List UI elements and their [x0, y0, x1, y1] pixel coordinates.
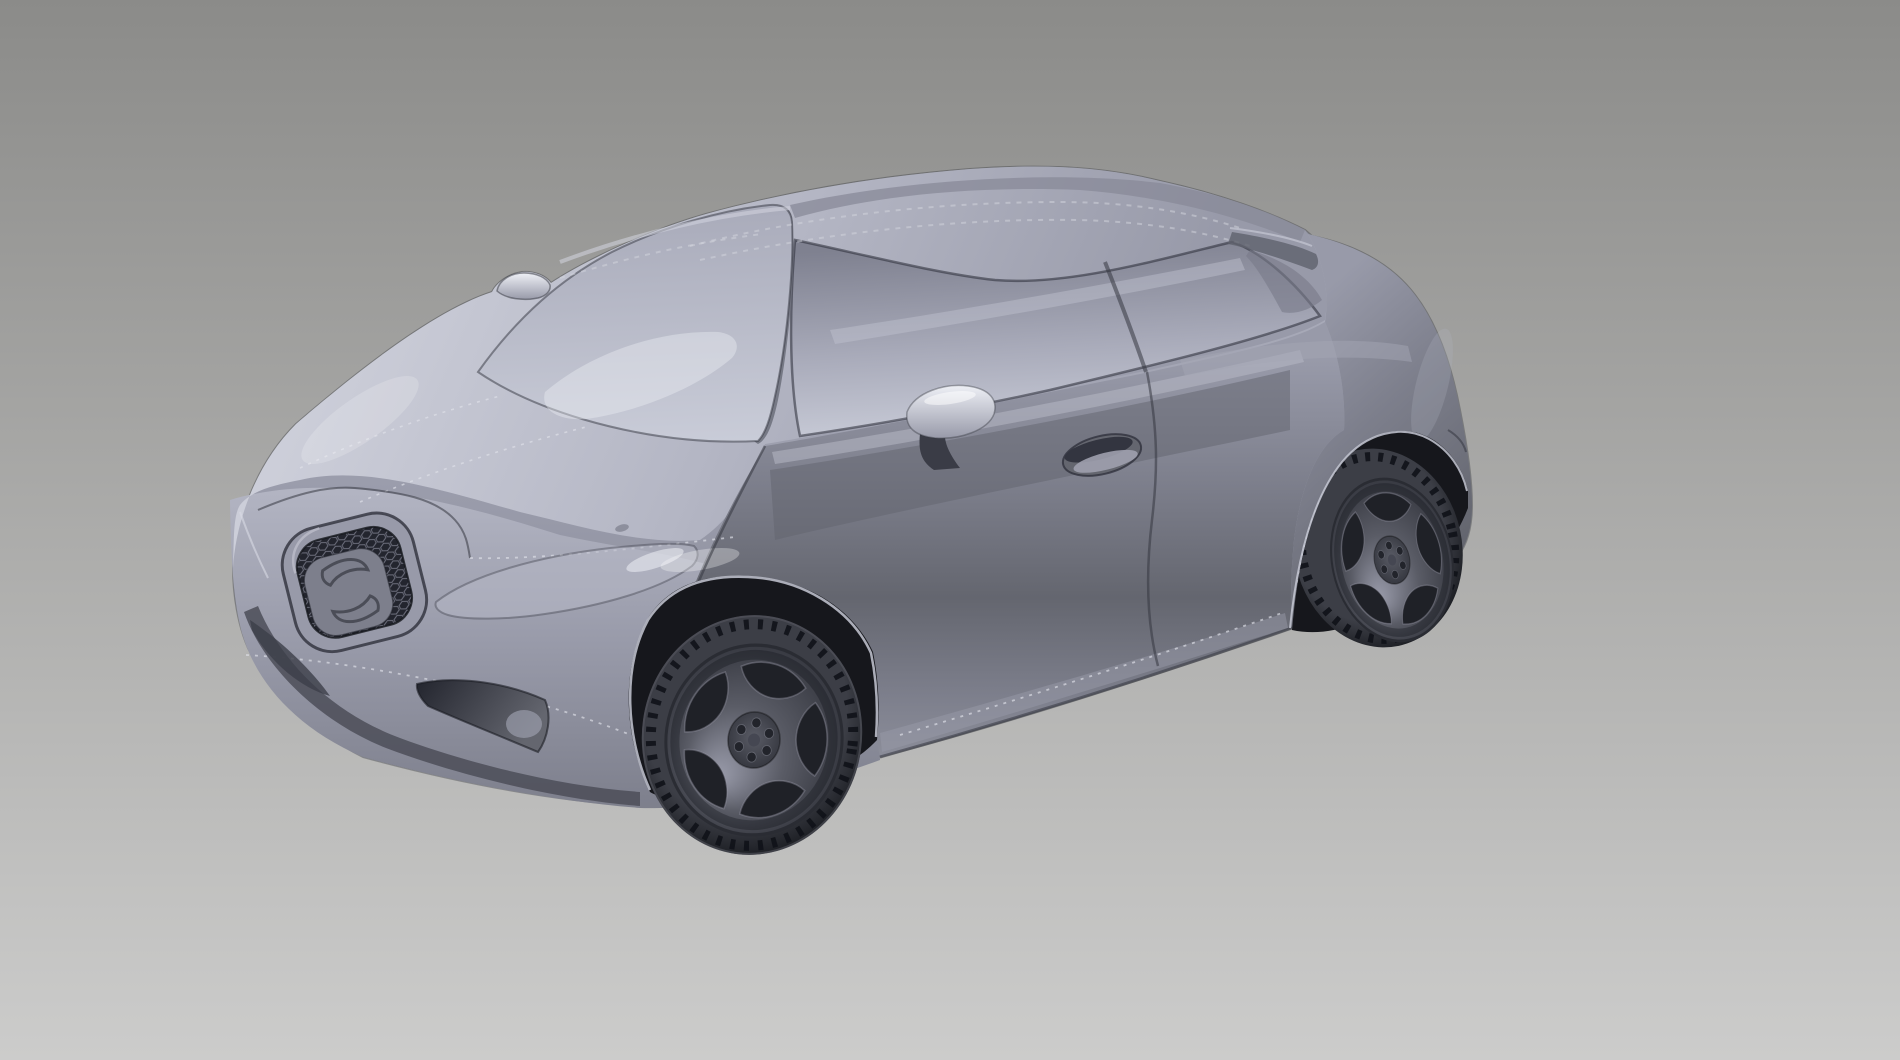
- render-viewport[interactable]: 3D viewport render of an unpainted conce…: [0, 0, 1900, 1060]
- viewport-canvas[interactable]: 3D viewport render of an unpainted conce…: [0, 0, 1900, 1060]
- foglamp-pocket: [506, 710, 542, 738]
